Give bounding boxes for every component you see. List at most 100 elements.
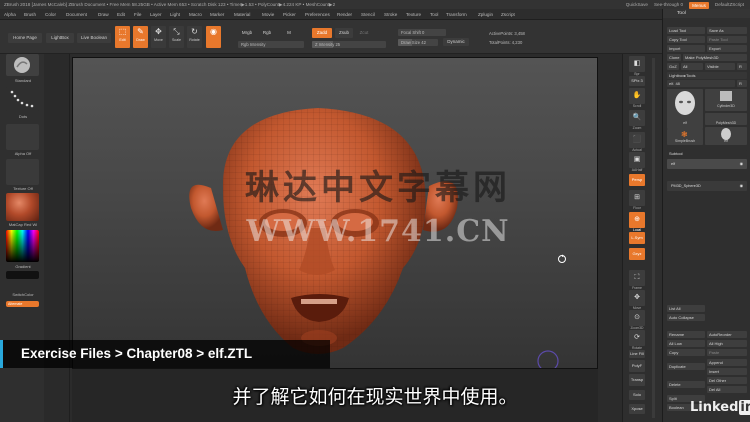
menu-color[interactable]: Color: [45, 9, 56, 20]
menu-zscript[interactable]: Zscript: [501, 9, 515, 20]
paste-tool-button[interactable]: Paste Tool: [707, 36, 747, 43]
rotate-mode-button[interactable]: ↻ Rotate: [187, 26, 202, 48]
visible-button[interactable]: Visible: [705, 63, 735, 70]
menu-movie[interactable]: Movie: [262, 9, 274, 20]
brush-thumbnail[interactable]: [6, 54, 39, 76]
draw-size-slider[interactable]: Draw Size 42: [398, 39, 438, 46]
menu-macro[interactable]: Macro: [189, 9, 202, 20]
menu-texture[interactable]: Texture: [406, 9, 421, 20]
lsym-button[interactable]: L.Sym: [629, 232, 645, 244]
zcut-button[interactable]: Zcut: [356, 28, 372, 38]
lightbox-button[interactable]: LightBox: [46, 33, 74, 43]
persp-button[interactable]: Persp: [629, 174, 645, 186]
list-all-button[interactable]: List All: [667, 305, 705, 312]
material-swatch-button[interactable]: ◉: [206, 26, 221, 48]
copy-tool-button[interactable]: Copy Tool: [667, 36, 705, 43]
menu-light[interactable]: Light: [170, 9, 180, 20]
home-page-button[interactable]: Home Page: [8, 33, 42, 43]
auto-reorder-button[interactable]: AutoReorder: [707, 331, 747, 338]
stroke-thumbnail[interactable]: [6, 86, 39, 112]
load-tool-button[interactable]: Load Tool: [667, 27, 705, 34]
import-button[interactable]: Import: [667, 45, 705, 52]
bpr-button[interactable]: ◧: [629, 56, 645, 72]
draw-mode-button[interactable]: ✎ Draw: [133, 26, 148, 48]
eye-icon[interactable]: ◉: [740, 159, 743, 169]
menu-picker[interactable]: Picker: [283, 9, 296, 20]
all-high-button[interactable]: All High: [707, 340, 747, 347]
menu-tool[interactable]: Tool: [430, 9, 438, 20]
make-polymesh-button[interactable]: Make PolyMesh3D: [683, 54, 747, 61]
menu-material[interactable]: Material: [234, 9, 250, 20]
seethrough-slider[interactable]: See-through 0: [654, 0, 683, 9]
r-button[interactable]: R: [737, 63, 747, 70]
local-button[interactable]: ⊕: [629, 212, 645, 228]
menu-zplugin[interactable]: Zplugin: [478, 9, 493, 20]
scroll-button[interactable]: ✋: [629, 88, 645, 104]
copy-button[interactable]: Copy: [667, 349, 705, 356]
menu-draw[interactable]: Draw: [98, 9, 109, 20]
menu-alpha[interactable]: Alpha: [4, 9, 16, 20]
menu-document[interactable]: Document: [66, 9, 87, 20]
save-as-button[interactable]: Save As: [707, 27, 747, 34]
r2-button[interactable]: R: [737, 80, 747, 87]
spix-button[interactable]: SPix 3: [629, 76, 645, 86]
alternate-button[interactable]: Alternate: [6, 301, 39, 307]
default-zscript-button[interactable]: DefaultZScript: [715, 0, 744, 9]
move-view-button[interactable]: ✥: [629, 290, 645, 306]
floor-button[interactable]: ⊞: [629, 190, 645, 206]
focal-shift-slider[interactable]: Focal Shift 0: [398, 29, 446, 36]
material-thumbnail[interactable]: [6, 193, 39, 221]
quicksave-button[interactable]: QuickSave: [626, 0, 648, 9]
duplicate-button[interactable]: Duplicate: [667, 363, 705, 370]
mrgb-button[interactable]: Mrgb: [238, 28, 256, 38]
texture-thumbnail[interactable]: [6, 159, 39, 185]
menu-stroke[interactable]: Stroke: [384, 9, 397, 20]
canvas-viewport[interactable]: [72, 57, 598, 369]
alpha-thumbnail[interactable]: [6, 124, 39, 150]
menu-render[interactable]: Render: [337, 9, 352, 20]
rotate-gizmo-icon[interactable]: [557, 254, 567, 264]
all-low-button[interactable]: All Low: [667, 340, 705, 347]
main-color-swatch[interactable]: [6, 271, 39, 279]
current-tool-slider[interactable]: elf. 48: [667, 80, 735, 87]
menu-brush[interactable]: Brush: [24, 9, 36, 20]
gxyz-button[interactable]: Gxyz: [629, 248, 645, 260]
export-button[interactable]: Export: [707, 45, 747, 52]
m-button[interactable]: M: [284, 28, 294, 38]
switchcolor-label[interactable]: SwitchColor: [4, 292, 42, 297]
all-button[interactable]: All: [681, 63, 703, 70]
zoom-button[interactable]: 🔍: [629, 110, 645, 126]
subtool-row-sphere[interactable]: PM3D_Sphere3D ◉: [667, 181, 747, 191]
actual-button[interactable]: ⬛: [629, 132, 645, 148]
tool-panel-title[interactable]: Tool: [663, 9, 750, 18]
rgb-intensity-slider[interactable]: Rgb Intensity: [238, 41, 304, 48]
aahalf-button[interactable]: ▣: [629, 152, 645, 168]
right-tray-scrollbar[interactable]: [652, 58, 655, 418]
dynamic-button[interactable]: Dynamic: [443, 38, 469, 46]
menu-stencil[interactable]: Stencil: [361, 9, 375, 20]
move-mode-button[interactable]: ✥ Move: [151, 26, 166, 48]
rgb-button[interactable]: Rgb: [260, 28, 274, 38]
polyf-button[interactable]: PolyF: [629, 360, 645, 372]
color-picker[interactable]: [6, 230, 39, 262]
rename-button[interactable]: Rename: [667, 331, 705, 338]
scale-mode-button[interactable]: ⤡ Scale: [169, 26, 184, 48]
insert-button[interactable]: Insert: [707, 368, 747, 375]
z-intensity-slider[interactable]: Z Intensity 25: [312, 41, 386, 48]
menu-marker[interactable]: Marker: [210, 9, 224, 20]
goz-button[interactable]: GoZ: [667, 63, 679, 70]
subtool-row-elf[interactable]: elf ◉: [667, 159, 747, 169]
menu-transform[interactable]: Transform: [446, 9, 467, 20]
menus-button[interactable]: Menus: [689, 1, 709, 9]
paste-button[interactable]: Paste: [707, 349, 747, 356]
menu-layer[interactable]: Layer: [150, 9, 162, 20]
live-boolean-button[interactable]: Live Boolean: [77, 33, 111, 43]
menu-preferences[interactable]: Preferences: [305, 9, 330, 20]
zadd-button[interactable]: Zadd: [312, 28, 332, 38]
frame-button[interactable]: ⛶: [629, 270, 645, 286]
zoom3d-button[interactable]: ⊙: [629, 310, 645, 326]
zsub-button[interactable]: Zsub: [335, 28, 353, 38]
clone-button[interactable]: Clone: [667, 54, 681, 61]
menu-file[interactable]: File: [134, 9, 141, 20]
append-button[interactable]: Append: [707, 359, 747, 366]
